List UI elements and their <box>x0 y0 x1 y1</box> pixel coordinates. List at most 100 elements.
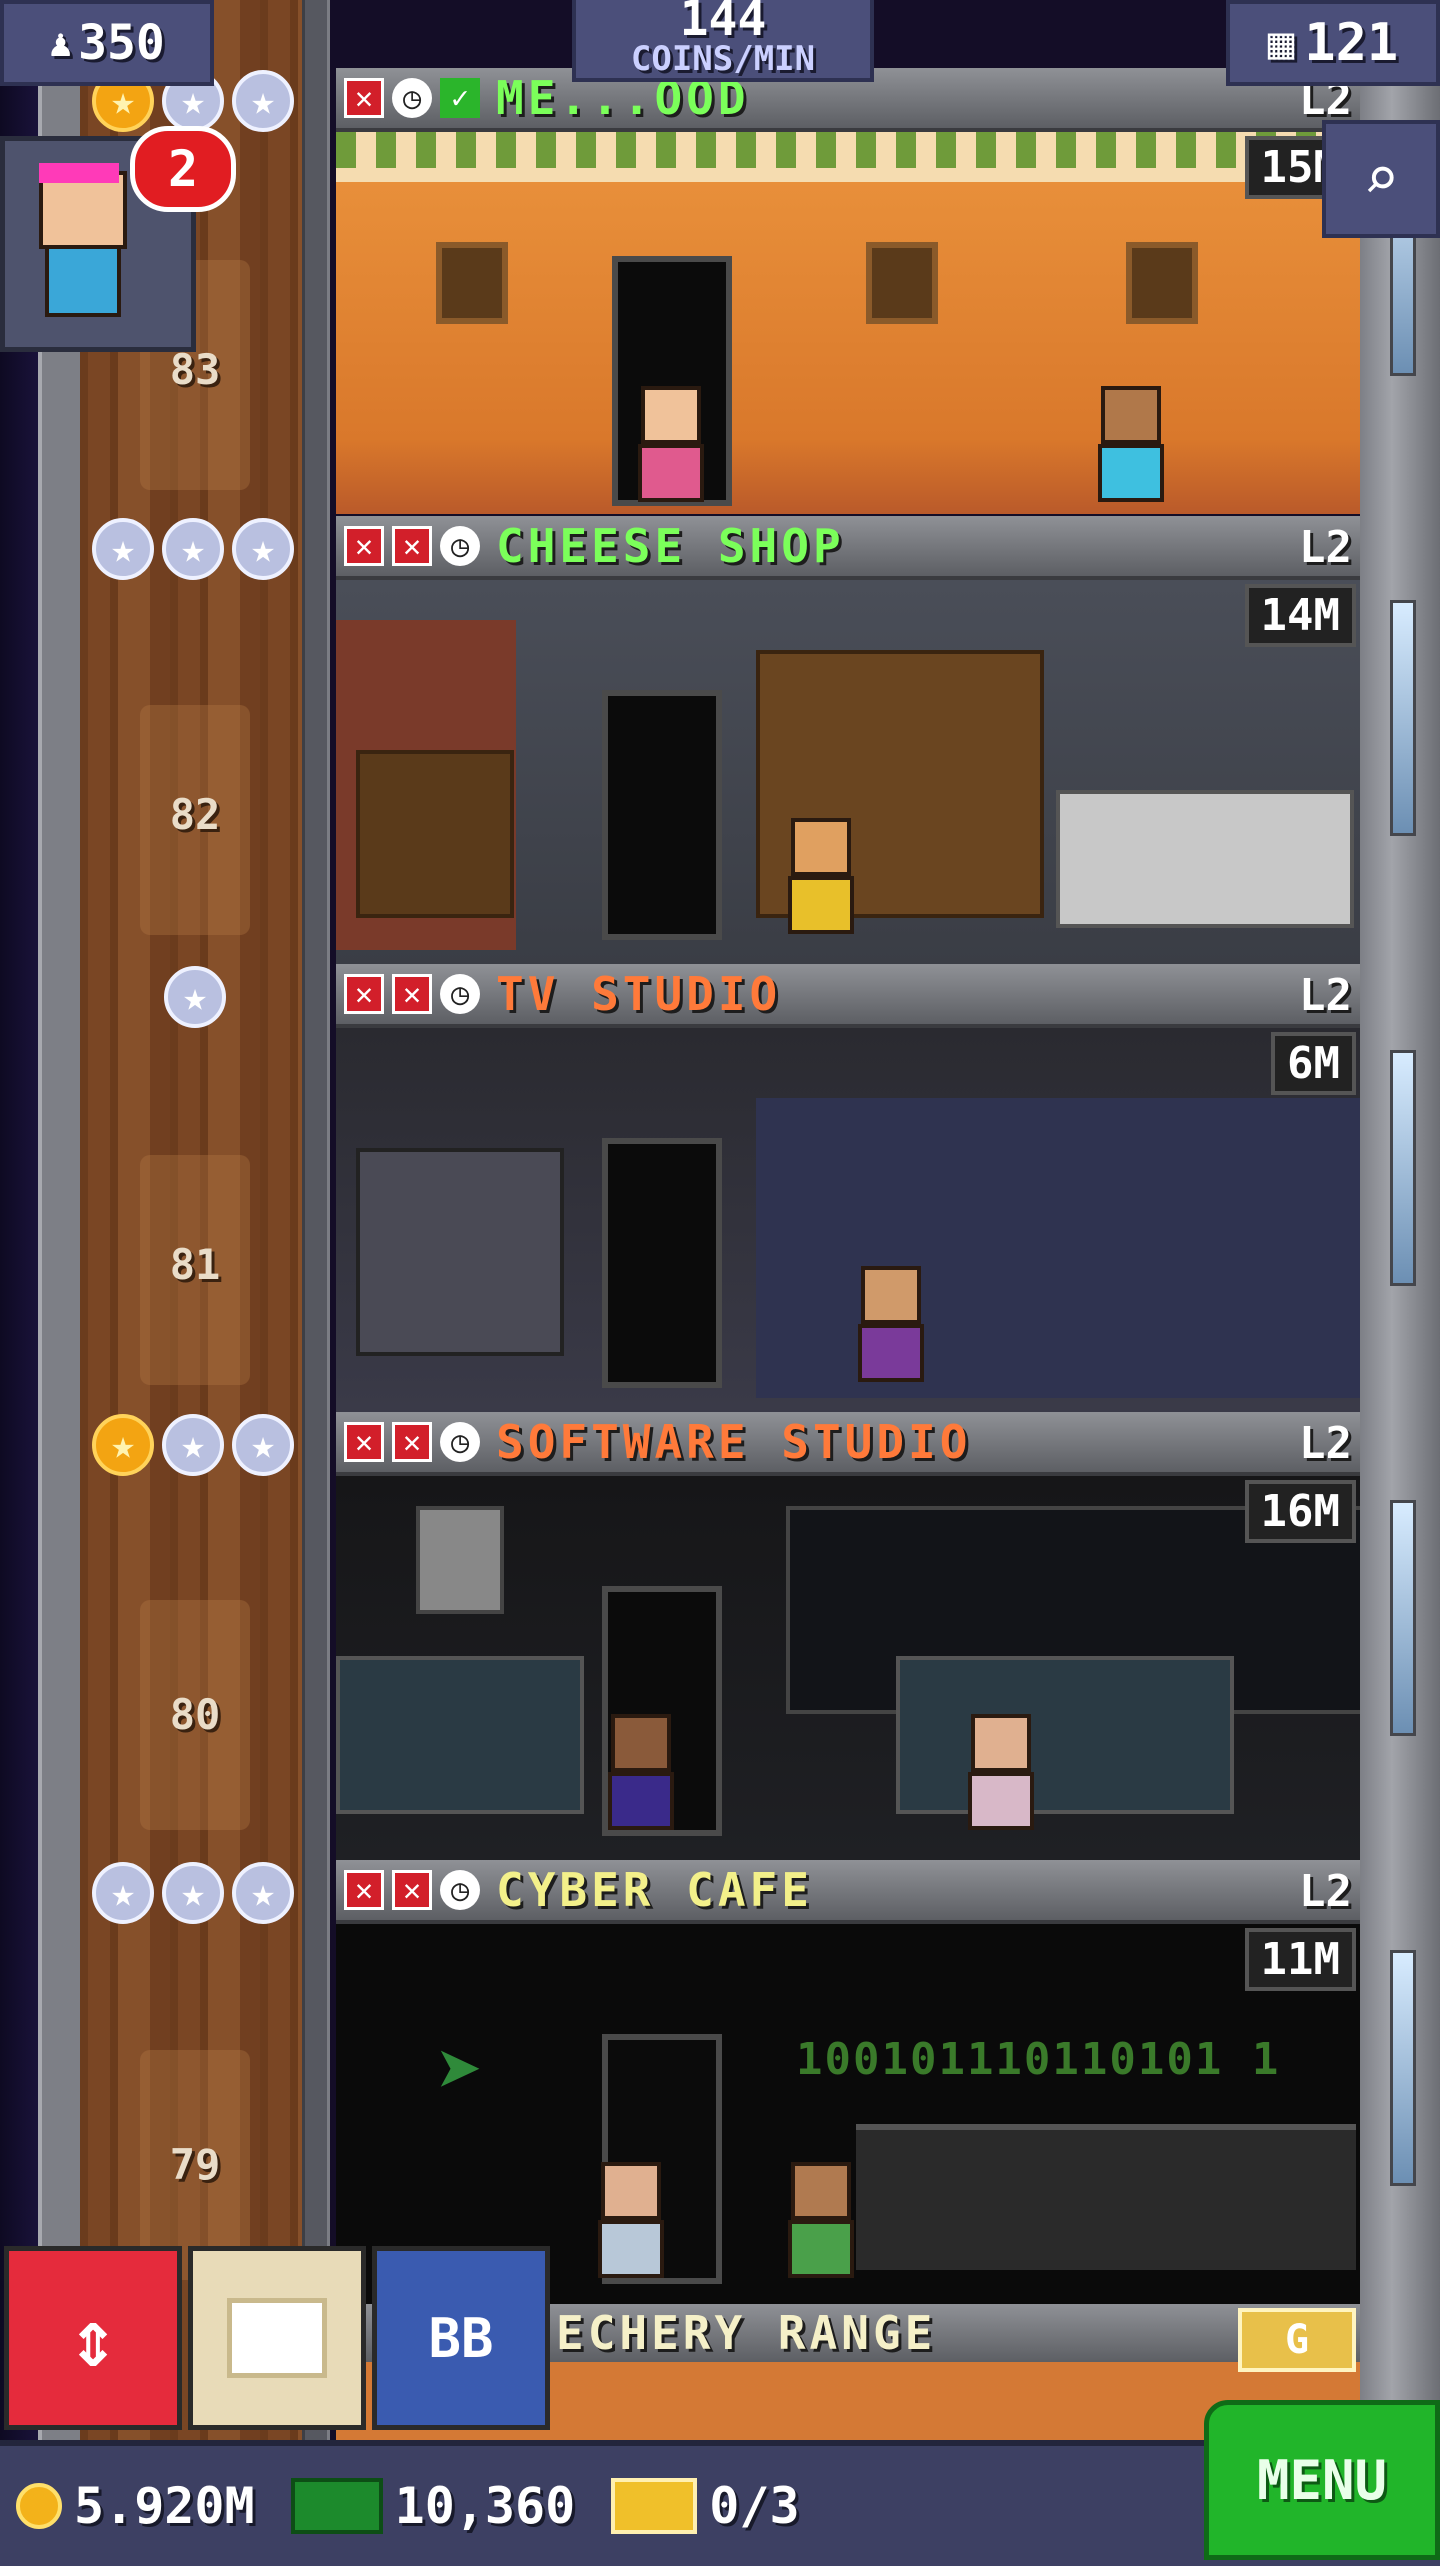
programmer[interactable] <box>966 1714 1036 1834</box>
star-rating: ★ <box>164 966 226 1030</box>
bb-button[interactable]: BB <box>372 2246 550 2430</box>
star-rating: ★ ★ ★ <box>92 1862 294 1926</box>
cheese-shop-room <box>336 580 1360 964</box>
star-icon: ★ <box>162 1862 224 1924</box>
x-icon: ✕ <box>344 1870 384 1910</box>
computer-desk <box>336 1656 584 1814</box>
floor-level: L2 <box>1299 1866 1352 1917</box>
clock-icon: ◷ <box>440 1422 480 1462</box>
floor-level: L2 <box>1299 522 1352 573</box>
coin-rate-label: COINS/MIN <box>630 39 816 79</box>
binary-display: 100101110110101 1 <box>796 2034 1281 2085</box>
star-icon: ★ <box>164 966 226 1028</box>
x-icon: ✕ <box>344 78 384 118</box>
notification-badge: 2 <box>130 126 236 212</box>
star-icon: ★ <box>232 1862 294 1924</box>
display-counter <box>1056 790 1354 928</box>
x-icon: ✕ <box>392 1422 432 1462</box>
population-counter[interactable]: ♟ 350 <box>0 0 214 86</box>
floor-name: SOFTWARE STUDIO <box>496 1415 972 1469</box>
avatar-hair <box>39 163 119 183</box>
check-icon: ✓ <box>440 78 480 118</box>
clock-icon: ◷ <box>440 1870 480 1910</box>
star-icon: ★ <box>92 1862 154 1924</box>
floor-82[interactable]: ✕ ✕ ◷ CHEESE SHOP L2 14M <box>336 516 1360 964</box>
floor-83[interactable]: ✕ ◷ ✓ ME...OOD L2 15M <box>336 68 1360 514</box>
floor-header[interactable]: ✕ ✕ ◷ SOFTWARE STUDIO <box>336 1412 1360 1476</box>
coin-icon <box>16 2483 62 2529</box>
x-icon: ✕ <box>392 974 432 1014</box>
customer[interactable] <box>786 2162 856 2282</box>
elevator-cable <box>302 0 330 2440</box>
box-icon <box>227 2298 327 2378</box>
population-value: 350 <box>78 15 165 71</box>
floor-cost: 16M <box>1244 1480 1356 1543</box>
star-icon: ★ <box>232 1414 294 1476</box>
tv-studio-room <box>336 1028 1360 1412</box>
customer-sombrero[interactable] <box>636 386 706 506</box>
gold-badge: G <box>1238 2308 1356 2372</box>
floor-header[interactable]: ✕ ✕ ◷ TV STUDIO <box>336 964 1360 1028</box>
floor-81[interactable]: ✕ ✕ ◷ TV STUDIO L2 6M <box>336 964 1360 1412</box>
search-button[interactable]: ⌕ <box>1322 120 1440 238</box>
computer-desk <box>896 1656 1234 1814</box>
studio-set <box>756 1098 1360 1398</box>
floors-grid-icon: ▦ <box>1267 17 1295 69</box>
bux-value: 10,360 <box>394 2477 576 2535</box>
wall-picture <box>866 242 938 324</box>
wall-calendar <box>416 1506 504 1614</box>
tv-host[interactable] <box>856 1266 926 1386</box>
floor-number-82: 82 <box>169 790 221 839</box>
software-studio-room <box>336 1476 1360 1860</box>
elevator-arrows-icon: ⇕ <box>68 2291 118 2385</box>
x-icon: ✕ <box>344 974 384 1014</box>
floor-80[interactable]: ✕ ✕ ◷ SOFTWARE STUDIO L2 16M <box>336 1412 1360 1860</box>
floor-count-value: 121 <box>1304 13 1399 73</box>
star-icon: ★ <box>92 1414 154 1476</box>
cursor-icon: ➤ <box>436 2024 485 2117</box>
building-window <box>1390 600 1416 836</box>
stock-button[interactable] <box>188 2246 366 2430</box>
coin-rate-display: 144 COINS/MIN <box>572 0 874 82</box>
cheese-shelf <box>356 750 514 918</box>
person-icon: ♟ <box>49 21 73 65</box>
floor-counter[interactable]: ▦ 121 <box>1226 0 1440 86</box>
building-window <box>1390 1050 1416 1286</box>
floor-79[interactable]: ➤ 100101110110101 1 ✕ ✕ ◷ CYBER CAFE L2 … <box>336 1860 1360 2308</box>
star-icon: ★ <box>232 518 294 580</box>
floor-level: L2 <box>1299 970 1352 1021</box>
clock-icon: ◷ <box>440 974 480 1014</box>
x-icon: ✕ <box>392 526 432 566</box>
avatar-body <box>45 245 121 317</box>
customer[interactable] <box>596 2162 666 2282</box>
x-icon: ✕ <box>344 526 384 566</box>
star-icon: ★ <box>232 70 294 132</box>
bux-icon <box>290 2478 383 2534</box>
search-icon: ⌕ <box>1362 144 1400 214</box>
floor-name: ECHERY RANGE <box>556 2306 937 2360</box>
customer-sombrero[interactable] <box>1096 386 1166 506</box>
star-icon: ★ <box>162 1414 224 1476</box>
elevator-button[interactable]: ⇕ <box>4 2246 182 2430</box>
shop-worker[interactable] <box>786 818 856 938</box>
floor-level: L2 <box>1299 1418 1352 1469</box>
floor-header[interactable]: ✕ ✕ ◷ CHEESE SHOP <box>336 516 1360 580</box>
floor-name: CYBER CAFE <box>496 1863 813 1917</box>
floor-cost: 11M <box>1244 1928 1356 1991</box>
wall-picture <box>1126 242 1198 324</box>
floor-number-80: 80 <box>169 1690 221 1739</box>
x-icon: ✕ <box>344 1422 384 1462</box>
building-window <box>1390 1950 1416 2186</box>
floor-header[interactable]: ✕ ✕ ◷ CYBER CAFE <box>336 1860 1360 1924</box>
ticket-icon <box>611 2478 698 2534</box>
wall-picture <box>436 242 508 324</box>
menu-button[interactable]: MENU <box>1204 2400 1440 2560</box>
star-icon: ★ <box>162 518 224 580</box>
door <box>602 1138 722 1388</box>
programmer[interactable] <box>606 1714 676 1834</box>
coin-rate-value: 144 <box>679 0 767 47</box>
control-panel <box>356 1148 564 1356</box>
computer-desks <box>856 2124 1356 2270</box>
clock-icon: ◷ <box>392 78 432 118</box>
coins-value: 5.920M <box>74 2477 255 2535</box>
